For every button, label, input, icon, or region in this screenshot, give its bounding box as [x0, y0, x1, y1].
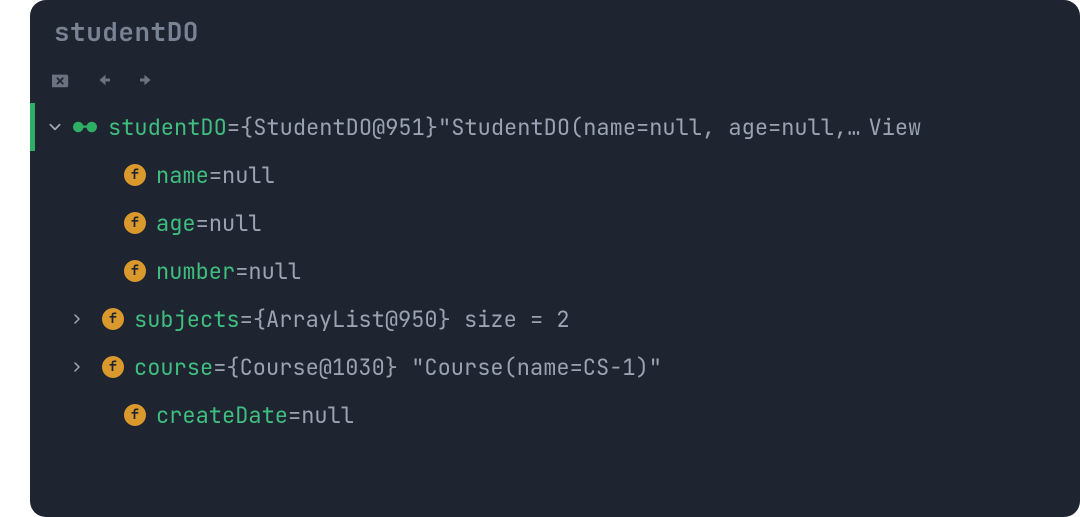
debug-toolbar — [30, 55, 1080, 103]
field-value: null — [209, 209, 262, 238]
chevron-right-icon[interactable] — [66, 312, 88, 326]
back-arrow-icon[interactable] — [94, 71, 114, 89]
tree-field-row[interactable]: f age = null — [30, 199, 1080, 247]
field-name: createDate — [156, 401, 288, 430]
field-name: name — [156, 161, 209, 190]
field-name: age — [156, 209, 196, 238]
field-value: {ArrayList@950} size = 2 — [253, 305, 570, 334]
tree-root-row[interactable]: studentDO = {StudentDO@951} "StudentDO(n… — [30, 103, 1080, 151]
view-link[interactable]: View — [868, 113, 921, 142]
tree-field-row[interactable]: f number = null — [30, 247, 1080, 295]
field-name: subjects — [134, 305, 240, 334]
eq-op: = — [227, 113, 240, 142]
field-icon: f — [124, 212, 146, 234]
root-tostring: "StudentDO(name=null, age=null,… — [438, 113, 860, 142]
variables-tree: studentDO = {StudentDO@951} "StudentDO(n… — [30, 103, 1080, 439]
root-var-name: studentDO — [108, 113, 227, 142]
field-value: null — [222, 161, 275, 190]
field-name: number — [156, 257, 235, 286]
field-value: null — [248, 257, 301, 286]
tree-field-row[interactable]: f createDate = null — [30, 391, 1080, 439]
panel-title: studentDO — [54, 14, 199, 49]
chevron-right-icon[interactable] — [66, 360, 88, 374]
field-icon: f — [124, 404, 146, 426]
field-value: null — [301, 401, 354, 430]
tree-field-row[interactable]: f name = null — [30, 151, 1080, 199]
forward-arrow-icon[interactable] — [136, 71, 156, 89]
field-icon: f — [124, 164, 146, 186]
field-icon: f — [124, 260, 146, 282]
root-object-ref: {StudentDO@951} — [240, 113, 438, 142]
field-icon: f — [102, 356, 124, 378]
panel-title-bar: studentDO — [30, 0, 1080, 55]
field-value: {Course@1030} "Course(name=CS-1)" — [226, 353, 662, 382]
field-name: course — [134, 353, 213, 382]
chevron-down-icon[interactable] — [44, 120, 66, 134]
debug-variables-panel: studentDO — [30, 0, 1080, 517]
glasses-icon — [70, 118, 100, 136]
close-icon[interactable] — [50, 71, 72, 89]
field-icon: f — [102, 308, 124, 330]
tree-field-row[interactable]: f subjects = {ArrayList@950} size = 2 — [30, 295, 1080, 343]
tree-field-row[interactable]: f course = {Course@1030} "Course(name=CS… — [30, 343, 1080, 391]
